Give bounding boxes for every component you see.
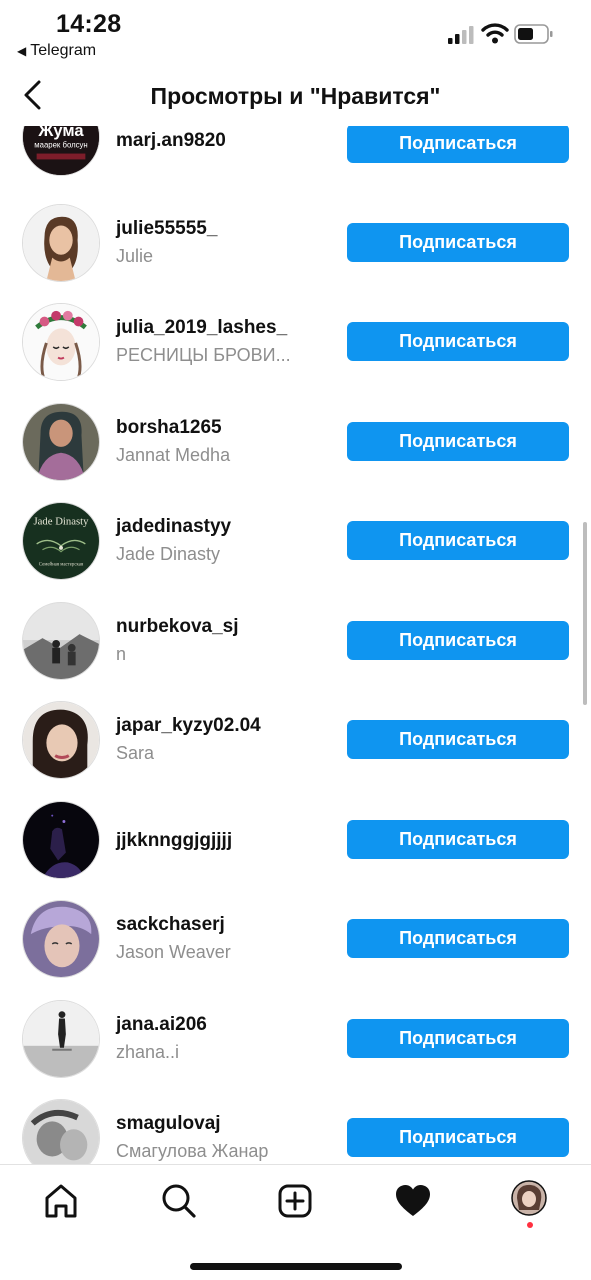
- likers-list[interactable]: Жума маарек болсун marj.an9820 Подписать…: [0, 126, 591, 1164]
- username[interactable]: julie55555_: [116, 218, 217, 240]
- avatar[interactable]: [22, 801, 100, 879]
- battery-icon: [514, 24, 553, 44]
- list-item[interactable]: nurbekova_sj n Подписаться: [0, 602, 591, 702]
- list-item[interactable]: sackchaserj Jason Weaver Подписаться: [0, 900, 591, 1000]
- status-bar: 14:28 ◀ Telegram: [0, 0, 591, 66]
- avatar[interactable]: Жума маарек болсун: [22, 126, 100, 176]
- list-item[interactable]: borsha1265 Jannat Medha Подписаться: [0, 403, 591, 503]
- home-indicator[interactable]: [190, 1263, 402, 1270]
- full-name: Jannat Medha: [116, 445, 231, 465]
- username[interactable]: jjkknnggjgjjjj: [116, 830, 232, 852]
- follow-button[interactable]: Подписаться: [347, 919, 569, 958]
- search-icon[interactable]: [158, 1181, 198, 1221]
- back-app-label: Telegram: [30, 42, 97, 59]
- list-item[interactable]: jana.ai206 zhana..i Подписаться: [0, 1000, 591, 1100]
- wifi-icon: [481, 23, 509, 44]
- avatar[interactable]: [22, 1099, 100, 1164]
- avatar[interactable]: Jade Dinasty Семейная мастерская: [22, 502, 100, 580]
- username[interactable]: jadedinastyy: [116, 516, 231, 538]
- profile-avatar[interactable]: [511, 1180, 547, 1216]
- page-title: Просмотры и "Нравится": [150, 83, 441, 109]
- follow-button[interactable]: Подписаться: [347, 322, 569, 361]
- follow-button[interactable]: Подписаться: [347, 1019, 569, 1058]
- avatar[interactable]: [22, 900, 100, 978]
- notification-dot: [527, 1222, 533, 1228]
- username[interactable]: nurbekova_sj: [116, 616, 239, 638]
- username[interactable]: japar_kyzy02.04: [116, 715, 261, 737]
- home-icon[interactable]: [41, 1181, 81, 1221]
- back-to-telegram[interactable]: ◀ Telegram: [17, 42, 96, 60]
- username[interactable]: smagulovaj: [116, 1113, 221, 1135]
- follow-button[interactable]: Подписаться: [347, 126, 569, 163]
- list-item[interactable]: julia_2019_lashes_ РЕСНИЦЫ БРОВИ... Подп…: [0, 303, 591, 403]
- new-post-icon[interactable]: [275, 1181, 315, 1221]
- full-name: Смагулова Жанар: [116, 1141, 269, 1161]
- status-time: 14:28: [56, 10, 122, 38]
- avatar-text: Жума: [37, 126, 84, 140]
- username[interactable]: jana.ai206: [116, 1014, 207, 1036]
- list-item[interactable]: Жума маарек болсун marj.an9820 Подписать…: [0, 126, 591, 198]
- full-name: Julie: [116, 246, 154, 266]
- avatar-subtext: маарек болсун: [34, 141, 87, 150]
- follow-button[interactable]: Подписаться: [347, 820, 569, 859]
- avatar[interactable]: [22, 204, 100, 282]
- avatar-text: Jade Dinasty: [34, 515, 90, 527]
- back-triangle-icon: ◀: [17, 44, 27, 58]
- avatar[interactable]: [22, 403, 100, 481]
- full-name: РЕСНИЦЫ БРОВИ...: [116, 345, 291, 365]
- follow-button[interactable]: Подписаться: [347, 422, 569, 461]
- full-name: Jade Dinasty: [116, 544, 221, 564]
- follow-button[interactable]: Подписаться: [347, 521, 569, 560]
- avatar[interactable]: [22, 701, 100, 779]
- page-header: Просмотры и "Нравится": [0, 66, 591, 126]
- list-item[interactable]: japar_kyzy02.04 Sara Подписаться: [0, 701, 591, 801]
- cellular-signal-icon: [448, 26, 474, 44]
- full-name: Sara: [116, 743, 155, 763]
- username[interactable]: borsha1265: [116, 417, 222, 439]
- full-name: Jason Weaver: [116, 942, 231, 962]
- list-item[interactable]: smagulovaj Смагулова Жанар Подписаться: [0, 1099, 591, 1164]
- username[interactable]: marj.an9820: [116, 130, 226, 152]
- follow-button[interactable]: Подписаться: [347, 720, 569, 759]
- list-item[interactable]: julie55555_ Julie Подписаться: [0, 204, 591, 304]
- avatar[interactable]: [22, 602, 100, 680]
- username[interactable]: julia_2019_lashes_: [116, 317, 287, 339]
- avatar-subtext: Семейная мастерская: [39, 562, 84, 567]
- username[interactable]: sackchaserj: [116, 914, 225, 936]
- follow-button[interactable]: Подписаться: [347, 1118, 569, 1157]
- follow-button[interactable]: Подписаться: [347, 621, 569, 660]
- full-name: n: [116, 644, 127, 664]
- list-item[interactable]: jjkknnggjgjjjj Подписаться: [0, 801, 591, 901]
- avatar[interactable]: [22, 1000, 100, 1078]
- follow-button[interactable]: Подписаться: [347, 223, 569, 262]
- scrollbar[interactable]: [583, 522, 587, 705]
- list-item[interactable]: Jade Dinasty Семейная мастерская jadedin…: [0, 502, 591, 602]
- activity-heart-icon[interactable]: [393, 1181, 433, 1221]
- avatar[interactable]: [22, 303, 100, 381]
- full-name: zhana..i: [116, 1042, 180, 1062]
